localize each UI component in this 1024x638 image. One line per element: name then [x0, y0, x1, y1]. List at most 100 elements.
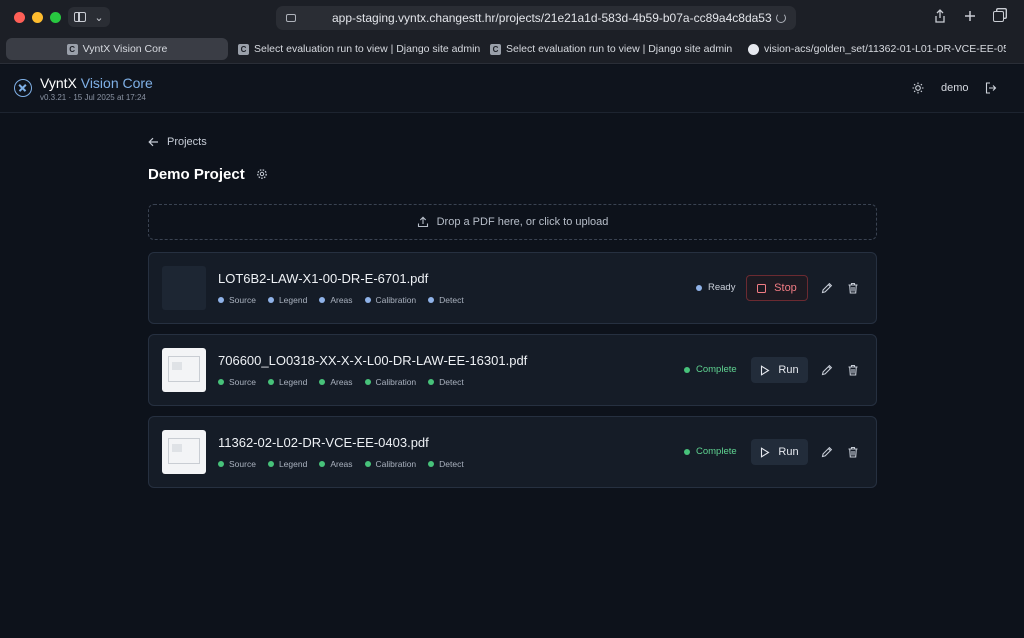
tab-bar: C VyntX Vision Core C Select evaluation … [6, 38, 1006, 60]
step-areas: Areas [319, 295, 353, 305]
step-status-dot [319, 461, 326, 467]
status-dot [684, 448, 690, 455]
tab-github[interactable]: vision-acs/golden_set/11362-01-L01-DR-VC… [738, 38, 1006, 60]
app-header: VyntX Vision Core v0.3.21 · 15 Jul 2025 … [0, 65, 1024, 113]
step-status-dot [267, 461, 274, 467]
upload-icon [417, 216, 428, 228]
step-source: Source [218, 295, 256, 305]
chevron-down-icon: ⌄ [94, 11, 104, 24]
file-thumbnail[interactable] [162, 430, 206, 474]
brand-name: VyntX Vision Core [40, 75, 153, 91]
tab-django-admin-2[interactable]: C Select evaluation run to view | Django… [480, 38, 738, 60]
pencil-icon[interactable] [821, 364, 833, 376]
pencil-icon[interactable] [821, 282, 833, 294]
step-source: Source [218, 377, 256, 387]
version-label: v0.3.21 · 15 Jul 2025 at 17:24 [40, 93, 146, 102]
url-text: app-staging.vyntx.changestt.hr/projects/… [332, 11, 772, 25]
address-bar[interactable]: app-staging.vyntx.changestt.hr/projects/… [276, 6, 796, 30]
reload-icon[interactable] [776, 13, 786, 23]
window-controls [14, 12, 61, 23]
step-detect: Detect [428, 459, 464, 469]
step-source: Source [218, 459, 256, 469]
site-settings-icon[interactable] [286, 14, 296, 22]
step-label: Source [229, 377, 256, 387]
trash-icon[interactable] [847, 364, 859, 376]
tab-label: Select evaluation run to view | Django s… [506, 43, 733, 55]
brand-primary: VyntX [40, 75, 77, 91]
tab-label: Select evaluation run to view | Django s… [254, 43, 480, 55]
step-status-dot [428, 461, 435, 467]
step-legend: Legend [267, 377, 308, 387]
sun-icon[interactable] [912, 82, 924, 94]
step-status-dot [428, 379, 435, 385]
status-dot [696, 284, 702, 291]
tab-django-admin-1[interactable]: C Select evaluation run to view | Django… [228, 38, 480, 60]
tab-vyntx[interactable]: C VyntX Vision Core [6, 38, 228, 60]
trash-icon[interactable] [847, 446, 859, 458]
favicon-icon: C [238, 43, 249, 55]
stop-icon [757, 283, 767, 293]
status-label: Complete [696, 364, 737, 375]
step-legend: Legend [267, 295, 307, 305]
step-label: Calibration [375, 377, 417, 387]
step-status-dot [218, 297, 224, 303]
run-button-label: Run [778, 364, 799, 376]
play-icon [761, 446, 770, 458]
status-label: Ready [708, 282, 736, 293]
step-status-dot [364, 461, 371, 467]
step-label: Detect [439, 377, 464, 387]
back-to-projects-link[interactable]: Projects [148, 136, 207, 148]
pipeline-steps: Source Legend Areas Calibration Detect [218, 459, 464, 469]
run-button[interactable]: Run [751, 357, 808, 383]
pencil-icon[interactable] [821, 446, 833, 458]
tab-overview-icon[interactable] [993, 10, 1004, 22]
step-status-dot [267, 297, 274, 303]
step-label: Source [229, 459, 256, 469]
file-name[interactable]: 11362-02-L02-DR-VCE-EE-0403.pdf [218, 435, 429, 450]
step-status-dot [218, 461, 224, 467]
close-window-button[interactable] [14, 12, 25, 23]
step-status-dot [267, 379, 274, 385]
step-label: Legend [278, 459, 308, 469]
status-dot [684, 366, 690, 373]
minimize-window-button[interactable] [32, 12, 43, 23]
step-label: Source [229, 295, 256, 305]
status-badge: Complete [684, 446, 737, 457]
stop-button[interactable]: Stop [746, 275, 808, 301]
step-label: Calibration [375, 459, 417, 469]
user-name[interactable]: demo [941, 82, 969, 94]
pdf-upload-dropzone[interactable]: Drop a PDF here, or click to upload [148, 204, 877, 240]
github-icon [748, 43, 759, 55]
sidebar-icon [74, 12, 87, 22]
step-label: Areas [330, 459, 353, 469]
step-detect: Detect [428, 295, 464, 305]
pipeline-steps: Source Legend Areas Calibration Detect [218, 295, 464, 305]
tab-label: vision-acs/golden_set/11362-01-L01-DR-VC… [764, 43, 1006, 55]
gear-icon[interactable] [256, 168, 268, 180]
logo-icon [14, 79, 32, 97]
back-label: Projects [167, 136, 207, 148]
file-thumbnail[interactable] [162, 266, 206, 310]
maximize-window-button[interactable] [50, 12, 61, 23]
status-label: Complete [696, 446, 737, 457]
logout-icon[interactable] [985, 82, 997, 94]
step-label: Areas [330, 295, 353, 305]
step-status-dot [364, 297, 371, 303]
browser-chrome: ⌄ app-staging.vyntx.changestt.hr/project… [0, 0, 1024, 64]
trash-icon[interactable] [847, 282, 859, 294]
file-thumbnail[interactable] [162, 348, 206, 392]
step-label: Legend [278, 377, 308, 387]
pipeline-steps: Source Legend Areas Calibration Detect [218, 377, 464, 387]
favicon-icon: C [66, 43, 78, 55]
status-badge: Complete [684, 364, 737, 375]
favicon-icon: C [490, 43, 501, 55]
file-card: LOT6B2-LAW-X1-00-DR-E-6701.pdf Source Le… [148, 252, 877, 324]
play-icon [761, 364, 770, 376]
file-name[interactable]: 706600_LO0318-XX-X-X-L00-DR-LAW-EE-16301… [218, 353, 527, 368]
sidebar-toggle-button[interactable]: ⌄ [68, 7, 110, 27]
file-card: 11362-02-L02-DR-VCE-EE-0403.pdf Source L… [148, 416, 877, 488]
run-button[interactable]: Run [751, 439, 808, 465]
new-tab-icon[interactable] [963, 9, 977, 23]
file-name[interactable]: LOT6B2-LAW-X1-00-DR-E-6701.pdf [218, 271, 428, 286]
share-icon[interactable] [933, 9, 947, 23]
